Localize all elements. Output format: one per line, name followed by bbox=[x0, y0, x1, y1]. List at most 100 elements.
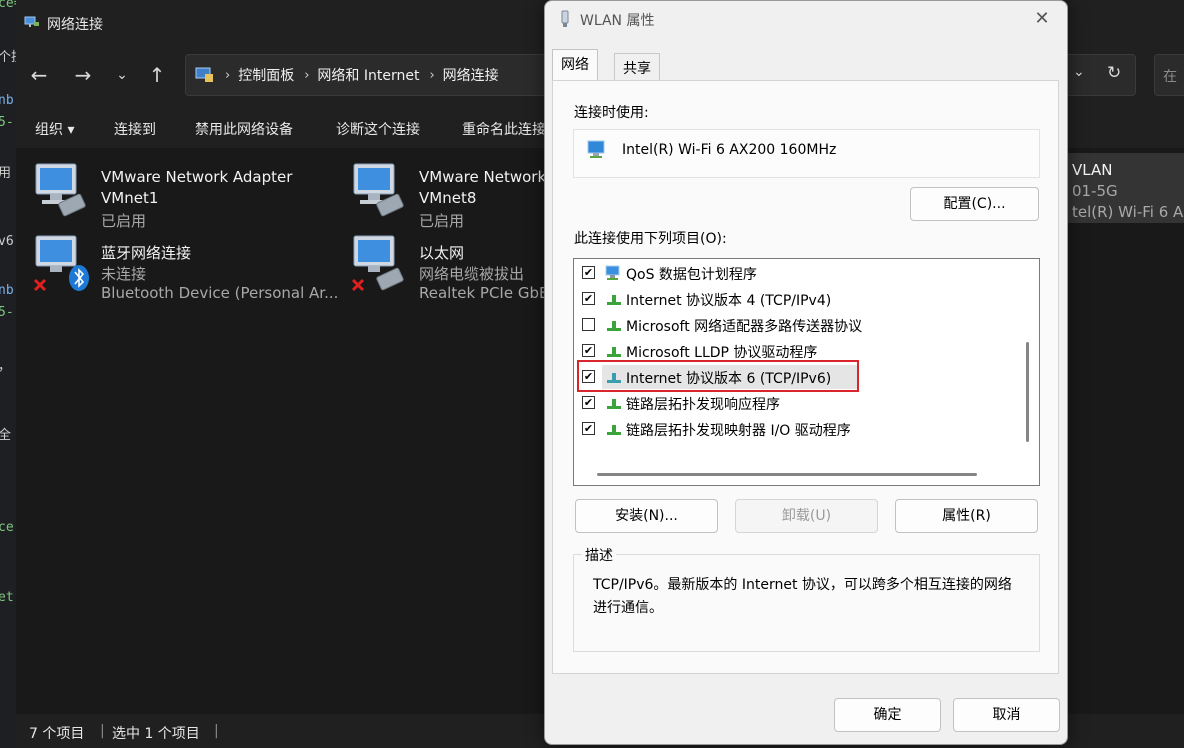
connection-device: tel(R) Wi-Fi 6 AX bbox=[1072, 203, 1184, 221]
connection-name: VMware Network bbox=[419, 168, 547, 186]
breadcrumb-network-connections[interactable]: 网络连接 bbox=[443, 65, 499, 85]
ok-button[interactable]: 确定 bbox=[834, 698, 941, 732]
vertical-scroll-thumb[interactable] bbox=[1026, 342, 1029, 442]
items-label: 此连接使用下列项目(O): bbox=[574, 231, 727, 247]
network-adapter-icon bbox=[35, 163, 86, 217]
protocol-icon bbox=[607, 321, 621, 331]
checkbox[interactable]: ✔ bbox=[582, 292, 595, 305]
connection-name: 以太网 bbox=[419, 244, 465, 262]
forward-arrow-icon[interactable]: → bbox=[70, 62, 96, 88]
connection-device: Bluetooth Device (Personal Ar... bbox=[101, 284, 339, 302]
checkbox[interactable]: ✔ bbox=[582, 266, 595, 279]
tab-network[interactable]: 网络 bbox=[552, 49, 598, 82]
connection-name: VMware Network Adapter bbox=[101, 168, 293, 186]
configure-button[interactable]: 配置(C)... bbox=[910, 187, 1039, 221]
window-title: 网络连接 bbox=[47, 17, 103, 33]
checkbox[interactable]: ✔ bbox=[582, 344, 595, 357]
editor-line: ， bbox=[0, 355, 11, 374]
editor-line: 个技 bbox=[0, 50, 16, 65]
control-panel-icon bbox=[195, 67, 213, 82]
item-label: Microsoft 网络适配器多路传送器协议 bbox=[626, 319, 863, 335]
bluetooth-adapter-icon bbox=[33, 235, 89, 292]
horizontal-scroll-thumb[interactable] bbox=[597, 473, 977, 476]
close-icon[interactable]: ✕ bbox=[1031, 8, 1053, 30]
protocol-icon bbox=[607, 399, 621, 409]
connection-status: 已启用 bbox=[101, 212, 147, 230]
status-divider: | bbox=[214, 723, 219, 739]
editor-line: 全 bbox=[0, 428, 12, 443]
address-dropdown-icon[interactable]: ⌄ bbox=[1073, 64, 1085, 80]
list-item-qos[interactable]: ✔ QoS 数据包计划程序 bbox=[582, 261, 1022, 285]
breadcrumb-separator-icon: › bbox=[304, 67, 310, 83]
editor-line: nb bbox=[0, 93, 14, 108]
qos-icon bbox=[605, 265, 620, 280]
diagnose-connection-button[interactable]: 诊断这个连接 bbox=[336, 119, 420, 139]
breadcrumb-separator-icon: › bbox=[429, 67, 435, 83]
code-editor-background: ce= 个技 nb 5- 用 v6 nb 5- ， 全 ce et bbox=[0, 0, 16, 748]
up-arrow-icon[interactable]: ↑ bbox=[144, 62, 170, 88]
recent-locations-chevron-icon[interactable]: ⌄ bbox=[109, 62, 135, 88]
connection-vmnet1[interactable]: VMware Network Adapter VMnet1 已启用 bbox=[32, 156, 332, 230]
description-legend: 描述 bbox=[582, 545, 616, 565]
properties-button[interactable]: 属性(R) bbox=[895, 499, 1038, 533]
list-item-lltd-mapper[interactable]: ✔ 链路层拓扑发现映射器 I/O 驱动程序 bbox=[582, 417, 1022, 441]
connection-name: 蓝牙网络连接 bbox=[101, 244, 192, 262]
list-item-ipv4[interactable]: ✔ Internet 协议版本 4 (TCP/IPv4) bbox=[582, 287, 1022, 311]
editor-line: ce= bbox=[0, 0, 16, 11]
breadcrumb-network-internet[interactable]: 网络和 Internet bbox=[317, 65, 419, 85]
organize-menu-button[interactable]: 组织 ▾ bbox=[35, 119, 74, 139]
connection-status: 网络电缆被拔出 bbox=[419, 265, 525, 283]
status-divider: | bbox=[100, 723, 105, 739]
connect-to-button[interactable]: 连接到 bbox=[114, 119, 156, 139]
rename-connection-button[interactable]: 重命名此连接 bbox=[462, 119, 546, 139]
network-tab-panel: 连接时使用: Intel(R) Wi-Fi 6 AX200 160MHz 配置(… bbox=[552, 80, 1059, 674]
connection-name: VLAN bbox=[1072, 161, 1113, 179]
address-bar-controls: ⌄ ↻ bbox=[1064, 54, 1136, 96]
item-label: Internet 协议版本 4 (TCP/IPv4) bbox=[626, 293, 832, 309]
connection-device: Realtek PCIe GbE bbox=[419, 284, 549, 302]
editor-line: 用 bbox=[0, 166, 12, 181]
search-input[interactable]: 在 bbox=[1154, 54, 1184, 96]
selected-count: 选中 1 个项目 bbox=[112, 726, 200, 742]
ethernet-adapter-icon bbox=[351, 235, 404, 292]
item-label: Microsoft LLDP 协议驱动程序 bbox=[626, 345, 818, 361]
editor-line: v6 bbox=[0, 234, 14, 249]
connection-bluetooth[interactable]: 蓝牙网络连接 未连接 Bluetooth Device (Personal Ar… bbox=[32, 230, 338, 302]
connection-wlan[interactable]: VLAN 01-5G tel(R) Wi-Fi 6 AX bbox=[1056, 153, 1184, 223]
install-button[interactable]: 安装(N)... bbox=[575, 499, 718, 533]
adapter-box: Intel(R) Wi-Fi 6 AX200 160MHz bbox=[573, 129, 1040, 178]
connection-ssid: 01-5G bbox=[1072, 182, 1118, 200]
disable-device-button[interactable]: 禁用此网络设备 bbox=[195, 119, 293, 139]
refresh-icon[interactable]: ↻ bbox=[1107, 63, 1121, 83]
connection-status: 已启用 bbox=[419, 212, 465, 230]
network-adapter-icon bbox=[353, 163, 404, 217]
checkbox[interactable]: ✔ bbox=[582, 396, 595, 409]
item-count: 7 个项目 bbox=[29, 726, 85, 742]
address-bar[interactable]: › 控制面板 › 网络和 Internet › 网络连接 bbox=[185, 54, 555, 96]
vertical-scrollbar[interactable] bbox=[1018, 259, 1039, 464]
connection-status: 未连接 bbox=[101, 265, 147, 283]
connect-using-label: 连接时使用: bbox=[574, 105, 649, 121]
back-arrow-icon[interactable]: ← bbox=[26, 62, 52, 88]
components-list[interactable]: ✔ QoS 数据包计划程序 ✔ Internet 协议版本 4 (TCP/IPv… bbox=[573, 258, 1040, 486]
breadcrumb-separator-icon: › bbox=[225, 67, 231, 83]
list-item-multiplexor[interactable]: Microsoft 网络适配器多路传送器协议 bbox=[582, 313, 1022, 337]
checkbox[interactable] bbox=[582, 318, 595, 331]
connection-name-cont: VMnet1 bbox=[101, 189, 159, 207]
editor-line: ce bbox=[0, 520, 14, 535]
horizontal-scrollbar[interactable] bbox=[574, 464, 1018, 485]
breadcrumb-control-panel[interactable]: 控制面板 bbox=[238, 65, 294, 85]
checkbox[interactable]: ✔ bbox=[582, 422, 595, 435]
tab-sharing[interactable]: 共享 bbox=[614, 53, 660, 81]
wlan-properties-dialog: WLAN 属性 ✕ 网络 共享 连接时使用: Intel(R) Wi-Fi 6 … bbox=[544, 0, 1068, 745]
uninstall-button: 卸载(U) bbox=[735, 499, 878, 533]
item-label: 链路层拓扑发现响应程序 bbox=[626, 397, 780, 413]
editor-line: 5- bbox=[0, 305, 14, 320]
list-item-lltd-responder[interactable]: ✔ 链路层拓扑发现响应程序 bbox=[582, 391, 1022, 415]
item-label: 链路层拓扑发现映射器 I/O 驱动程序 bbox=[626, 423, 851, 439]
network-folder-icon bbox=[24, 16, 39, 27]
network-adapter-icon bbox=[587, 140, 605, 158]
editor-line: et bbox=[0, 590, 14, 605]
description-text: TCP/IPv6。最新版本的 Internet 协议，可以跨多个相互连接的网络进… bbox=[593, 577, 1012, 616]
cancel-button[interactable]: 取消 bbox=[953, 698, 1060, 732]
